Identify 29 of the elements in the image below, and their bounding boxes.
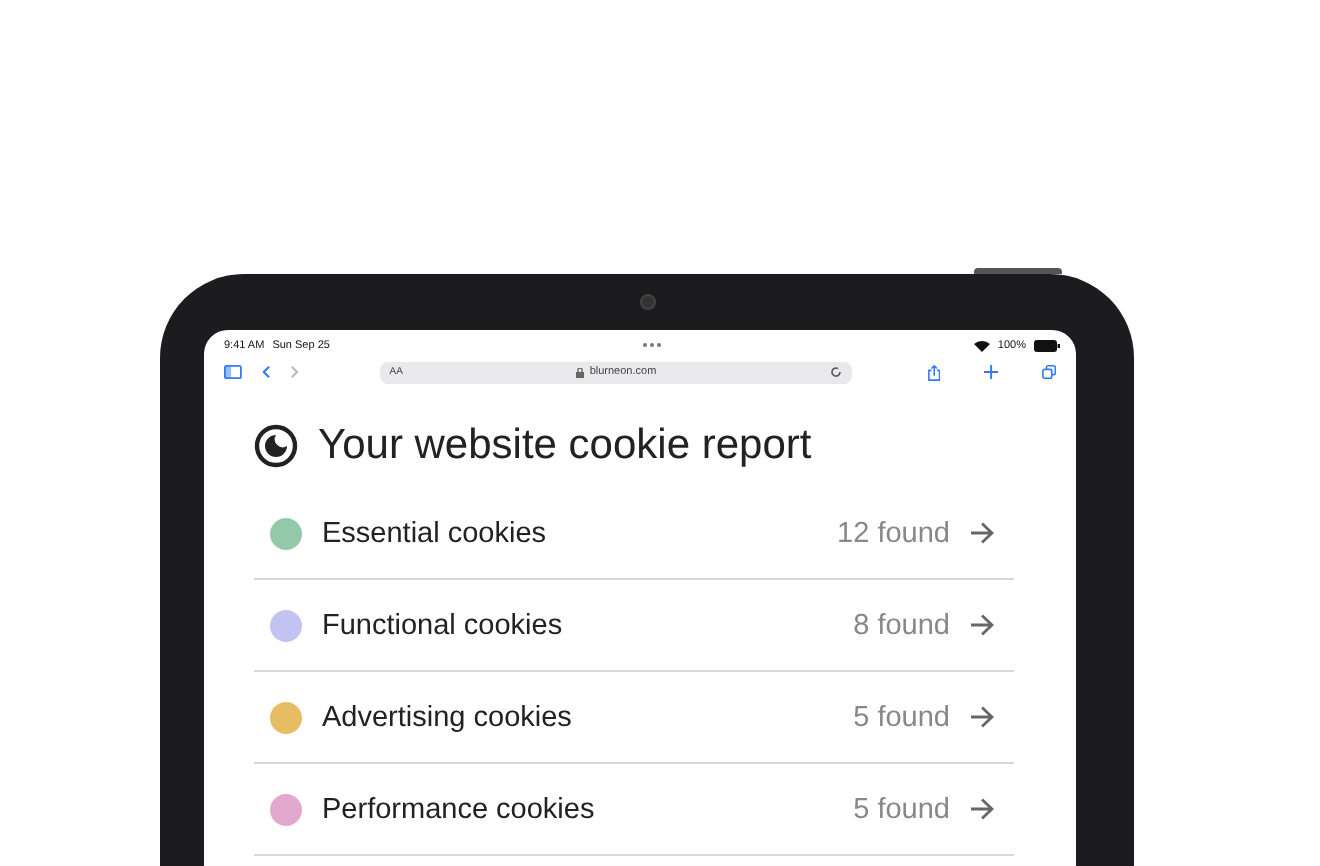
reload-icon[interactable]	[829, 366, 842, 378]
arrow-right-icon	[970, 522, 994, 544]
cookie-category-row[interactable]: Functional cookies 8 found	[254, 580, 1014, 672]
category-count: 5 found	[853, 701, 950, 733]
cookie-category-row[interactable]: Essential cookies 12 found	[254, 488, 1014, 580]
category-count: 12 found	[837, 517, 950, 549]
cookie-category-row[interactable]: Performance cookies 5 found	[254, 764, 1014, 856]
category-count: 5 found	[853, 793, 950, 825]
category-count: 8 found	[853, 609, 950, 641]
plus-icon[interactable]	[983, 364, 998, 380]
category-name: Performance cookies	[322, 793, 595, 825]
arrow-right-icon	[970, 706, 994, 728]
arrow-right-icon	[970, 614, 994, 636]
cookie-category-row[interactable]: Advertising cookies 5 found	[254, 672, 1014, 764]
sidebar-icon[interactable]	[224, 364, 242, 380]
category-name: Advertising cookies	[322, 701, 572, 733]
more-icon	[641, 342, 662, 348]
battery-icon	[1033, 339, 1060, 351]
report-title: Your website cookie report	[318, 422, 812, 470]
lock-icon	[575, 367, 584, 377]
logo-icon	[254, 424, 298, 468]
share-icon[interactable]	[927, 363, 940, 381]
camera-icon	[640, 294, 656, 310]
back-icon[interactable]	[261, 364, 271, 380]
arrow-right-icon	[970, 798, 994, 820]
tabs-icon[interactable]	[1041, 364, 1056, 380]
category-name: Essential cookies	[322, 517, 547, 549]
wifi-icon	[973, 339, 990, 351]
category-name: Functional cookies	[322, 609, 563, 641]
